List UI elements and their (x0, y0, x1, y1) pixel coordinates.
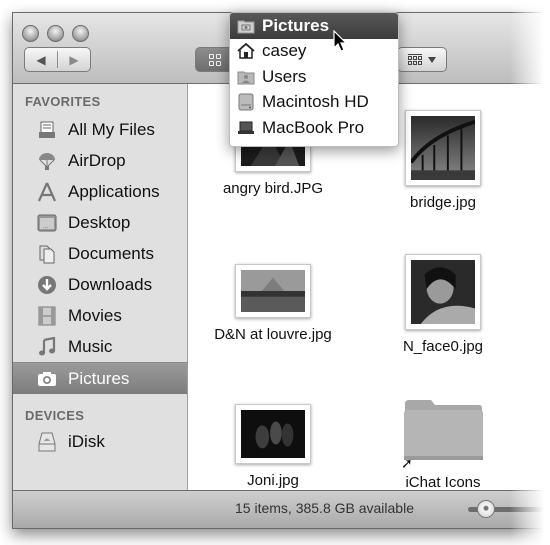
sidebar-item-applications[interactable]: Applications (13, 176, 187, 207)
sidebar-item-idisk[interactable]: iDisk (13, 426, 187, 457)
home-icon (236, 42, 256, 60)
sidebar-item-music[interactable]: Music (13, 331, 187, 362)
close-button[interactable] (22, 25, 39, 42)
file-name: D&N at louvre.jpg (214, 326, 332, 343)
file-name: angry bird.JPG (222, 180, 324, 197)
sidebar-item-downloads[interactable]: Downloads (13, 269, 187, 300)
pictures-folder-icon (236, 17, 256, 35)
mouse-cursor-icon (333, 29, 349, 59)
file-thumbnail (235, 264, 311, 318)
menu-item-label: Macintosh HD (262, 92, 369, 112)
music-icon (36, 336, 58, 357)
sidebar-item-label: iDisk (68, 431, 105, 451)
file-item[interactable]: N_face0.jpg (358, 254, 528, 355)
file-name: bridge.jpg (410, 194, 476, 211)
minimize-button[interactable] (47, 25, 64, 42)
back-forward-control: ◀ ▶ (24, 47, 91, 72)
menu-item-label: Pictures (262, 15, 330, 35)
sidebar-item-label: Desktop (68, 212, 131, 232)
path-popup-menu: Pictures casey Users Macintosh HD MacBoo… (229, 12, 399, 147)
arrange-button[interactable] (397, 47, 447, 72)
forward-arrow-icon: ▶ (69, 52, 79, 67)
file-item[interactable]: D&N at louvre.jpg (188, 264, 358, 343)
applications-icon (36, 182, 58, 202)
menu-item-casey[interactable]: casey (230, 39, 398, 65)
arrange-grid-icon (408, 54, 422, 65)
devices-heading: DEVICES (25, 408, 85, 423)
back-arrow-icon: ◀ (36, 52, 46, 67)
menu-item-label: MacBook Pro (262, 117, 365, 137)
file-name: Joni.jpg (247, 472, 299, 489)
all-files-icon (36, 120, 58, 140)
sidebar-item-movies[interactable]: Movies (13, 300, 187, 331)
file-item[interactable]: ➚ iChat Icons (358, 394, 528, 491)
file-thumbnail (405, 254, 481, 330)
file-name: N_face0.jpg (402, 338, 484, 355)
sidebar-item-desktop[interactable]: ... Desktop (13, 207, 187, 238)
laptop-icon (236, 119, 256, 137)
file-name: iChat Icons (405, 474, 481, 491)
menu-item-users[interactable]: Users (230, 64, 398, 90)
file-item[interactable]: Joni.jpg (188, 404, 358, 489)
alias-arrow-icon: ➚ (401, 455, 413, 471)
file-thumbnail (235, 404, 311, 464)
forward-button[interactable]: ▶ (58, 48, 90, 71)
folder-icon: ➚ (401, 394, 485, 471)
sidebar-item-label: Documents (68, 243, 154, 263)
sidebar-item-label: Movies (68, 305, 122, 325)
sidebar-item-label: Music (68, 336, 113, 356)
sidebar-item-documents[interactable]: Documents (13, 238, 187, 269)
sidebar: FAVORITES All My Files AirDrop Applicati… (13, 84, 188, 491)
status-bar: 15 items, 385.8 GB available (13, 490, 550, 528)
menu-item-pictures[interactable]: Pictures (230, 13, 398, 39)
menu-item-macintosh-hd[interactable]: Macintosh HD (230, 90, 398, 116)
grid-icon (209, 53, 221, 66)
camera-icon (36, 369, 58, 389)
file-thumbnail (405, 110, 481, 186)
favorites-heading: FAVORITES (25, 94, 101, 109)
movies-icon (36, 306, 58, 326)
menu-item-label: Users (262, 66, 307, 86)
icon-size-slider-thumb[interactable] (477, 500, 495, 518)
idisk-icon (36, 432, 58, 452)
status-text: 15 items, 385.8 GB available (235, 500, 414, 516)
sidebar-item-label: Applications (68, 181, 160, 201)
back-button[interactable]: ◀ (25, 48, 57, 71)
users-folder-icon (236, 68, 256, 86)
svg-text:...: ... (43, 224, 48, 230)
sidebar-item-all-my-files[interactable]: All My Files (13, 114, 187, 145)
sidebar-item-label: Pictures (68, 368, 130, 388)
menu-item-macbook-pro[interactable]: MacBook Pro (230, 115, 398, 141)
sidebar-item-label: AirDrop (68, 150, 126, 170)
hard-drive-icon (236, 93, 256, 111)
sidebar-item-label: Downloads (68, 274, 153, 294)
chevron-down-icon (428, 56, 436, 63)
sidebar-item-label: All My Files (68, 119, 155, 139)
sidebar-item-pictures[interactable]: Pictures (13, 362, 187, 394)
documents-icon (36, 244, 58, 264)
airdrop-icon (36, 151, 58, 171)
zoom-button[interactable] (72, 25, 89, 42)
menu-item-label: casey (262, 41, 307, 61)
sidebar-item-airdrop[interactable]: AirDrop (13, 145, 187, 176)
desktop-icon: ... (36, 213, 58, 233)
downloads-icon (36, 275, 58, 295)
